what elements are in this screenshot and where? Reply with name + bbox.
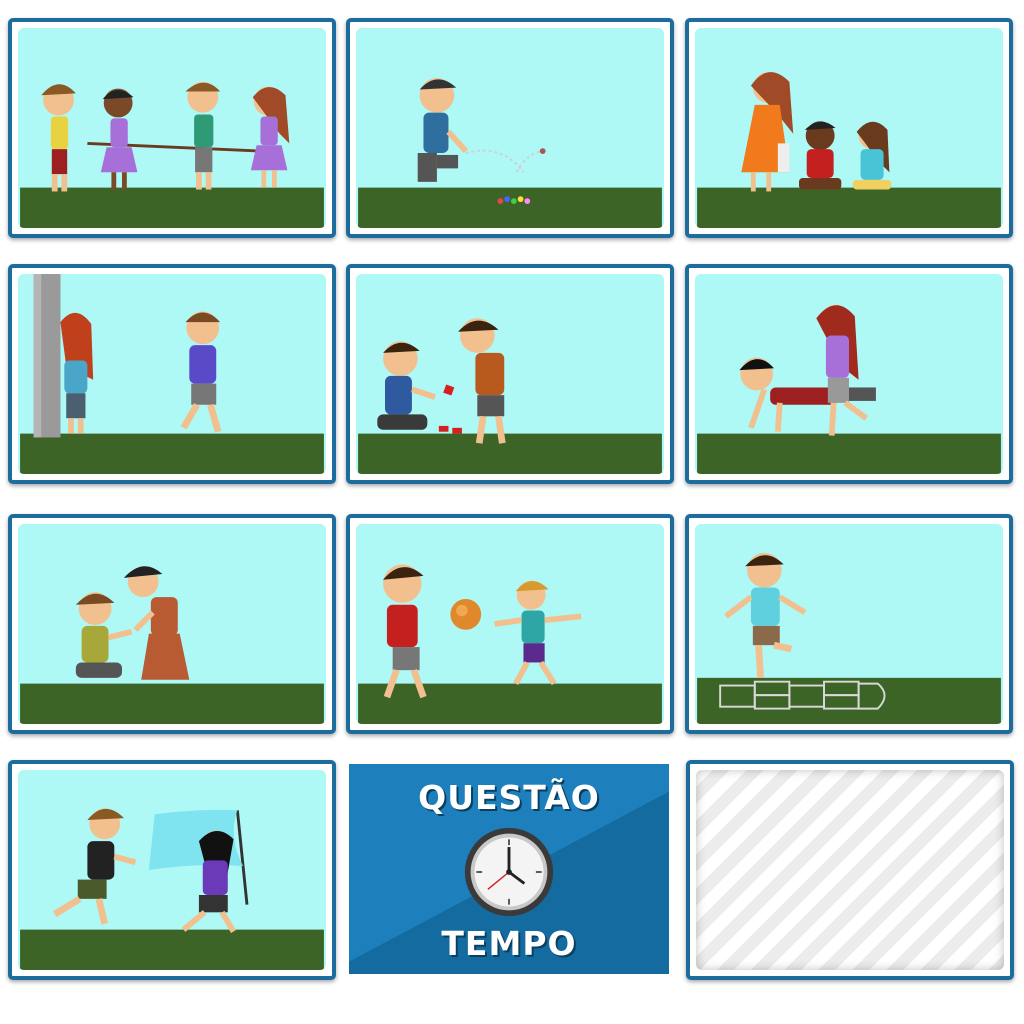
question-subtitle: TEMPO <box>441 924 577 963</box>
hide-and-seek-illustration <box>20 274 324 474</box>
question-time-card[interactable]: QUESTÃO TEMPO <box>349 764 669 974</box>
jacks-illustration <box>358 318 662 474</box>
dodgeball-illustration <box>358 564 662 724</box>
empty-slot-pattern <box>696 770 1004 970</box>
duck-duck-goose-illustration <box>697 72 1001 228</box>
card-empty-slot[interactable] <box>686 760 1014 980</box>
card-capture-the-flag[interactable] <box>8 760 336 980</box>
hopscotch-illustration <box>697 552 1001 724</box>
wheelbarrow-illustration <box>697 304 1001 474</box>
card-clapping-game[interactable] <box>8 514 336 734</box>
marbles-illustration <box>358 78 662 228</box>
card-dodgeball[interactable] <box>346 514 674 734</box>
card-tug-of-war[interactable] <box>8 18 336 238</box>
question-title: QUESTÃO <box>418 778 600 817</box>
card-marbles[interactable] <box>346 18 674 238</box>
card-hide-and-seek[interactable] <box>8 264 336 484</box>
clapping-game-illustration <box>20 566 324 724</box>
tug-of-war-illustration <box>20 81 324 228</box>
clock-icon <box>464 827 554 917</box>
card-jacks[interactable] <box>346 264 674 484</box>
card-hopscotch[interactable] <box>685 514 1013 734</box>
card-wheelbarrow[interactable] <box>685 264 1013 484</box>
capture-the-flag-illustration <box>20 808 324 970</box>
card-duck-duck-goose[interactable] <box>685 18 1013 238</box>
